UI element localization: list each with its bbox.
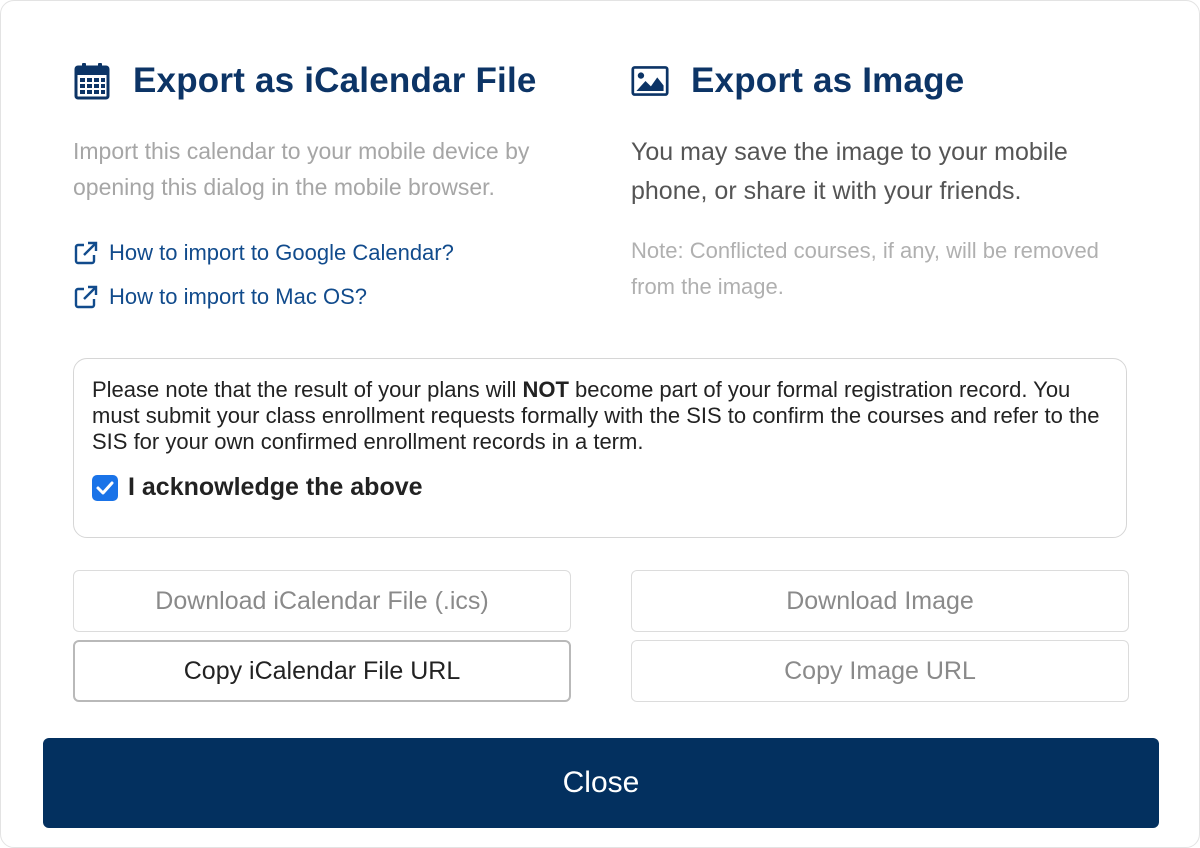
mac-os-help-link[interactable]: How to import to Mac OS? [73,275,573,319]
image-description: You may save the image to your mobile ph… [631,138,1068,205]
export-dialog: Export as iCalendar File Import this cal… [0,0,1200,848]
ical-links: How to import to Google Calendar? How to… [73,231,573,319]
external-link-icon [73,284,99,310]
ical-heading: Export as iCalendar File [73,59,573,103]
copy-image-url-button[interactable]: Copy Image URL [631,640,1129,702]
disclaimer-text-before: Please note that the result of your plan… [92,377,523,402]
disclaimer-box: Please note that the result of your plan… [73,358,1127,538]
mac-os-help-label: How to import to Mac OS? [109,284,367,309]
download-ics-button[interactable]: Download iCalendar File (.ics) [73,570,571,632]
acknowledge-row[interactable]: I acknowledge the above [92,473,1108,502]
acknowledge-checkbox[interactable] [92,474,118,501]
disclaimer-text-bold: NOT [522,377,569,402]
download-image-button[interactable]: Download Image [631,570,1129,632]
acknowledge-label: I acknowledge the above [128,473,423,501]
google-calendar-help-label: How to import to Google Calendar? [109,240,454,265]
close-button[interactable]: Close [43,738,1159,828]
ical-description: Import this calendar to your mobile devi… [73,138,530,200]
checkmark-icon [96,481,114,494]
calendar-icon [73,62,111,100]
ical-section: Export as iCalendar File Import this cal… [73,59,573,319]
copy-ics-url-button[interactable]: Copy iCalendar File URL [73,640,571,702]
image-note: Note: Conflicted courses, if any, will b… [631,238,1099,299]
google-calendar-help-link[interactable]: How to import to Google Calendar? [73,231,573,275]
image-icon [631,62,669,100]
ical-title: Export as iCalendar File [133,61,537,100]
image-section: Export as Image You may save the image t… [631,59,1131,305]
image-title: Export as Image [691,61,965,100]
external-link-icon [73,240,99,266]
image-heading: Export as Image [631,59,1131,103]
disclaimer-text: Please note that the result of your plan… [92,377,1108,455]
